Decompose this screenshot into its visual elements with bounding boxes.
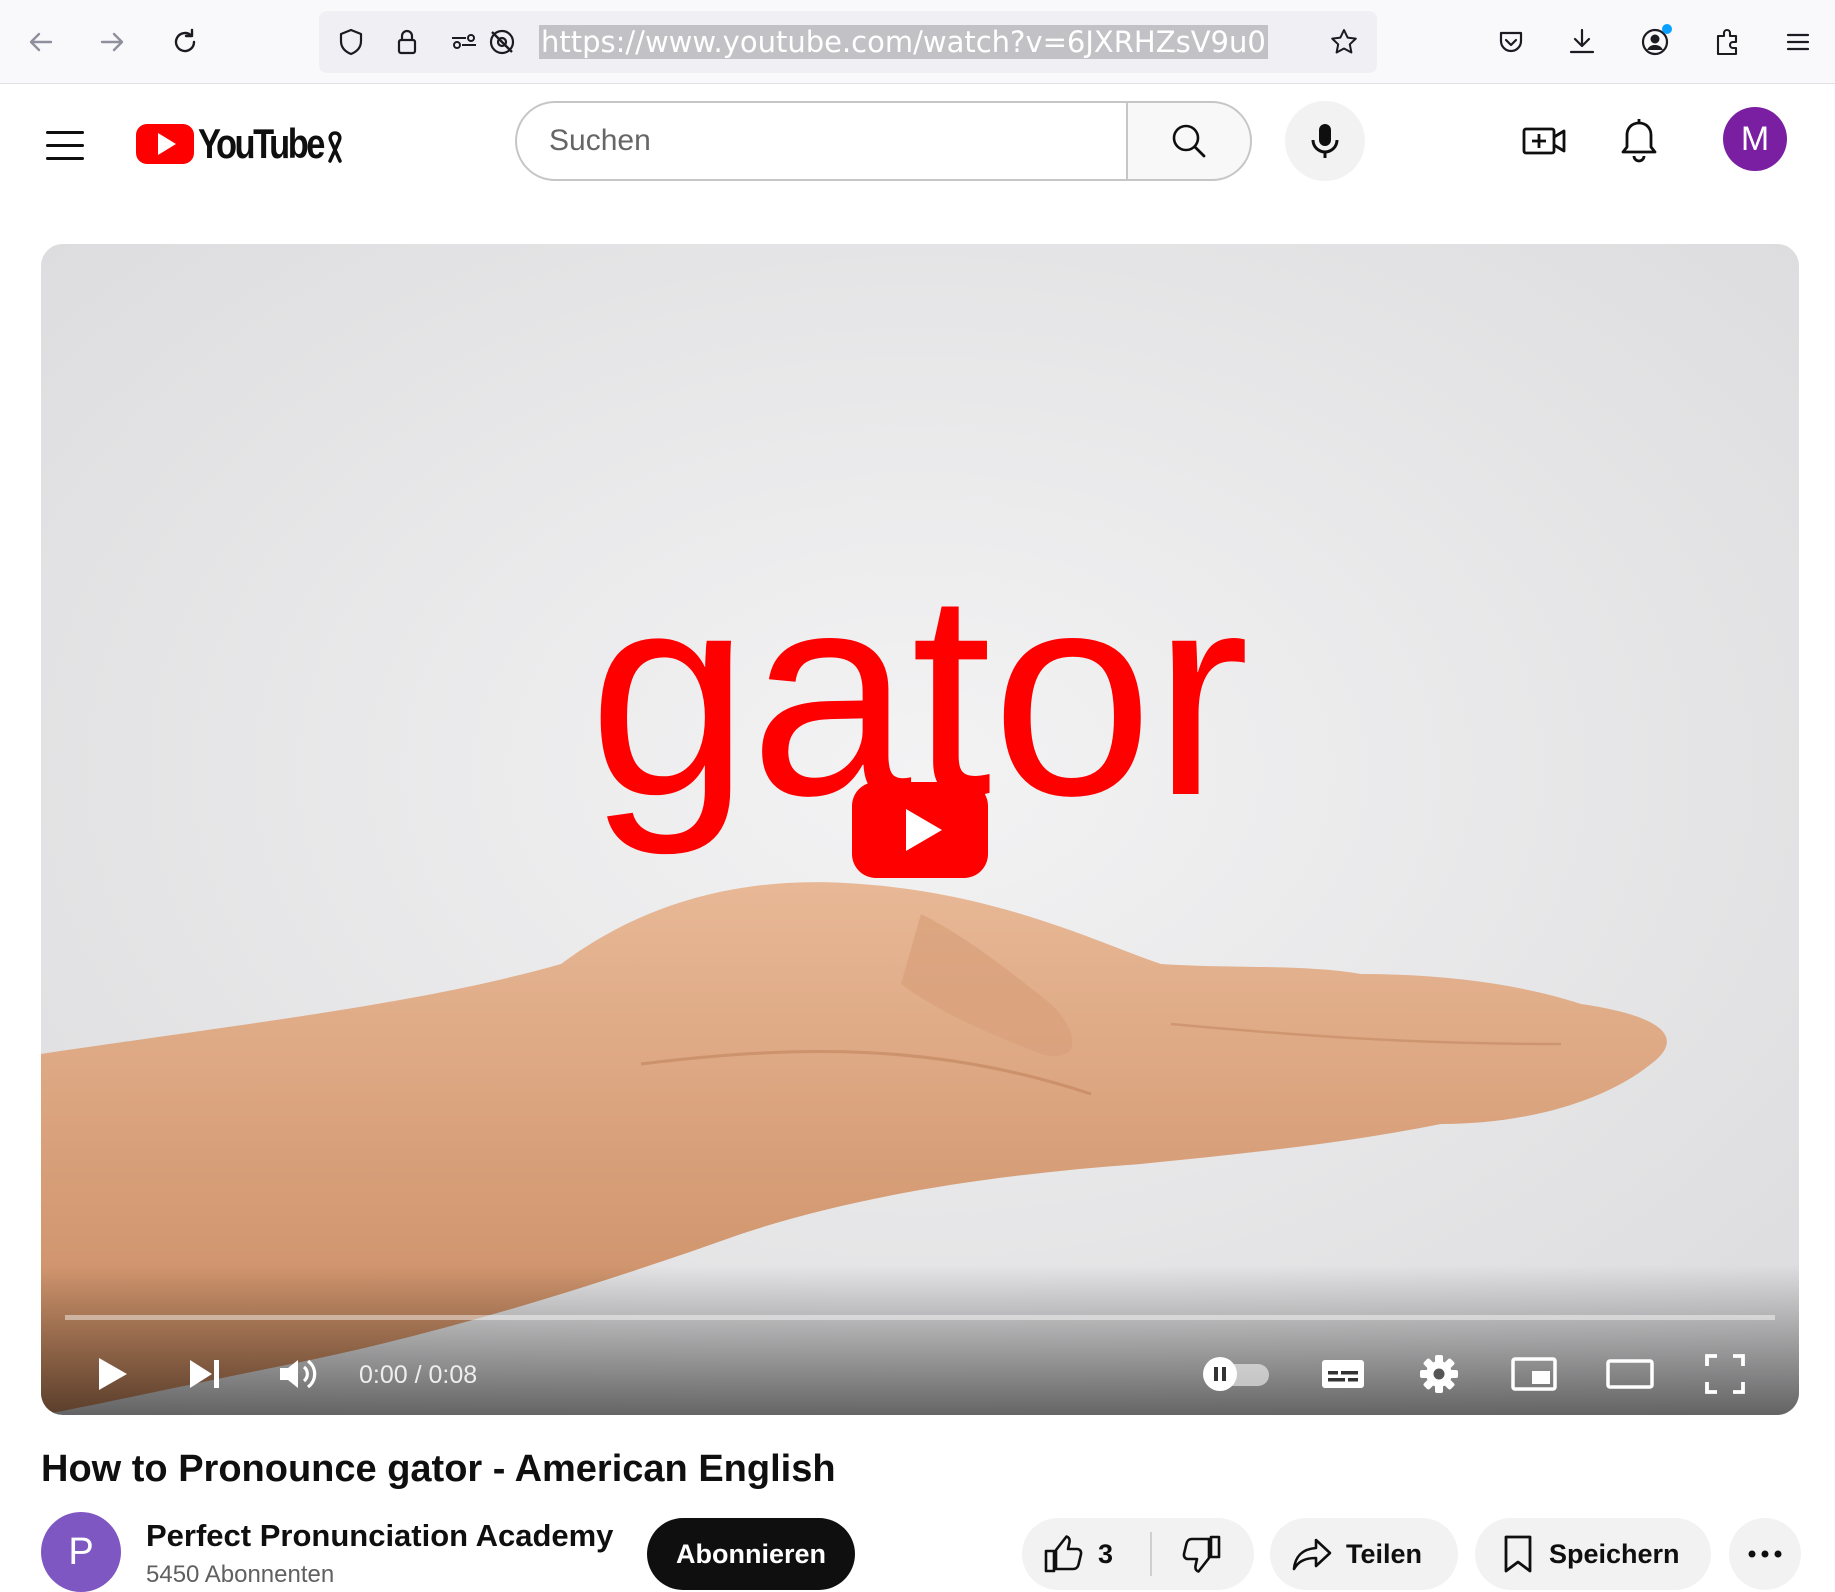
- pocket-icon[interactable]: [1491, 22, 1531, 62]
- search-box: [515, 101, 1128, 181]
- url-bar[interactable]: https://www.youtube.com/watch?v=6JXRHZsV…: [319, 11, 1377, 73]
- url-text[interactable]: https://www.youtube.com/watch?v=6JXRHZsV…: [539, 25, 1268, 59]
- like-count: 3: [1098, 1538, 1114, 1569]
- channel-name[interactable]: Perfect Pronunciation Academy: [146, 1516, 613, 1556]
- voice-search-button[interactable]: [1285, 101, 1365, 181]
- volume-icon[interactable]: [268, 1344, 328, 1404]
- more-button[interactable]: [1729, 1518, 1801, 1590]
- more-icon: [1748, 1550, 1782, 1558]
- search-icon: [1172, 124, 1206, 158]
- search-button[interactable]: [1126, 101, 1252, 181]
- progress-bar[interactable]: [65, 1315, 1775, 1320]
- save-icon: [1504, 1535, 1532, 1573]
- youtube-logo-icon: [136, 124, 194, 164]
- share-button[interactable]: Teilen: [1270, 1518, 1458, 1590]
- subscriber-count: 5450 Abonnenten: [146, 1561, 335, 1588]
- tracking-icon[interactable]: [482, 22, 522, 62]
- settings-icon[interactable]: [1409, 1344, 1469, 1404]
- download-icon[interactable]: [1562, 22, 1602, 62]
- mic-icon: [1311, 124, 1339, 158]
- bell-icon[interactable]: [1611, 113, 1667, 169]
- fullscreen-icon[interactable]: [1695, 1344, 1755, 1404]
- permissions-icon[interactable]: [444, 22, 484, 62]
- channel-avatar[interactable]: P: [41, 1512, 121, 1592]
- video-title: How to Pronounce gator - American Englis…: [41, 1448, 836, 1490]
- subscribe-button[interactable]: Abonnieren: [647, 1518, 855, 1590]
- lock-icon[interactable]: [387, 22, 427, 62]
- reload-icon[interactable]: [165, 22, 205, 62]
- like-button[interactable]: 3: [1022, 1518, 1150, 1590]
- create-video-icon[interactable]: [1516, 113, 1572, 169]
- dislike-button[interactable]: [1152, 1518, 1252, 1590]
- like-icon: [1044, 1535, 1083, 1573]
- play-icon[interactable]: [81, 1344, 141, 1404]
- like-dislike-group: 3: [1022, 1518, 1254, 1590]
- theater-icon[interactable]: [1600, 1344, 1660, 1404]
- youtube-logo-text: YouTube: [198, 120, 325, 167]
- forward-icon[interactable]: [92, 22, 132, 62]
- bookmark-star-icon[interactable]: [1324, 22, 1364, 62]
- video-player[interactable]: gator 0:00 / 0:08: [41, 244, 1799, 1415]
- dislike-icon: [1182, 1535, 1221, 1573]
- big-play-button[interactable]: [852, 782, 988, 878]
- back-icon[interactable]: [21, 22, 61, 62]
- time-display: 0:00 / 0:08: [359, 1361, 478, 1389]
- notification-dot: [1662, 24, 1672, 34]
- browser-toolbar: https://www.youtube.com/watch?v=6JXRHZsV…: [0, 0, 1835, 84]
- save-label: Speichern: [1549, 1538, 1680, 1569]
- search-input[interactable]: [549, 103, 1109, 179]
- subtitles-icon[interactable]: [1313, 1344, 1373, 1404]
- autoplay-toggle[interactable]: [1203, 1355, 1271, 1393]
- youtube-header: YouTube M: [0, 85, 1835, 195]
- miniplayer-icon[interactable]: [1504, 1344, 1564, 1404]
- extensions-icon[interactable]: [1707, 22, 1747, 62]
- save-button[interactable]: Speichern: [1475, 1518, 1711, 1590]
- next-icon[interactable]: [174, 1344, 234, 1404]
- hamburger-icon[interactable]: [40, 120, 90, 170]
- account-icon[interactable]: [1635, 22, 1675, 62]
- share-icon: [1292, 1538, 1332, 1571]
- shield-icon[interactable]: [331, 22, 371, 62]
- share-label: Teilen: [1346, 1538, 1423, 1569]
- user-avatar[interactable]: M: [1723, 107, 1787, 171]
- youtube-logo[interactable]: YouTube: [136, 117, 350, 171]
- menu-icon[interactable]: [1778, 22, 1818, 62]
- ribbon-icon: [328, 131, 342, 163]
- autoplay-pause-icon: [1203, 1357, 1237, 1391]
